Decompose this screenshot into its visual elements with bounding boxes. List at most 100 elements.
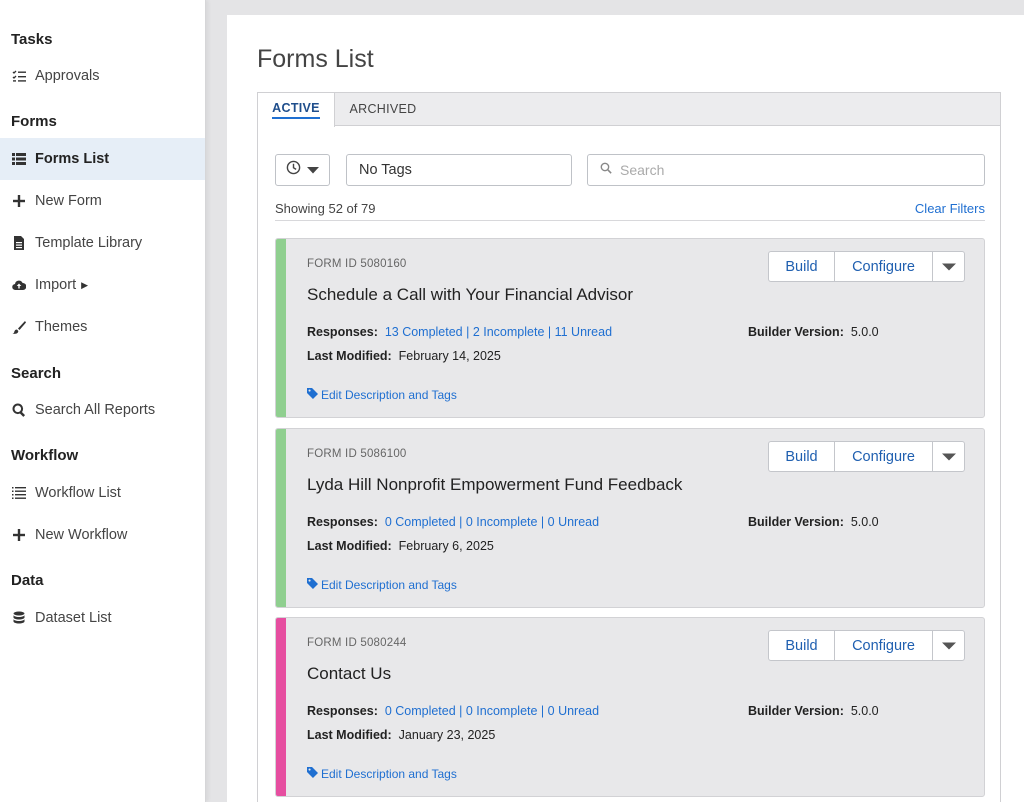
sidebar-item-label: New Form: [35, 193, 102, 209]
form-id: FORM ID 5080160: [307, 258, 407, 270]
tag-icon: [307, 767, 318, 781]
sidebar-item-label: Import: [35, 277, 77, 293]
configure-button[interactable]: Configure: [835, 252, 933, 281]
sidebar-item-dataset-list[interactable]: Dataset List: [0, 597, 205, 639]
form-actions: Build Configure: [768, 441, 965, 472]
plus-icon: [11, 193, 27, 209]
builder-version-row: Builder Version: 5.0.0: [748, 515, 879, 529]
form-title[interactable]: Schedule a Call with Your Financial Advi…: [307, 285, 633, 305]
sidebar-item-forms-list[interactable]: Forms List: [0, 138, 205, 180]
form-id: FORM ID 5080244: [307, 637, 407, 649]
main-content: Forms List ACTIVE ARCHIVED No Tags Searc…: [227, 15, 1024, 802]
last-modified-row: Last Modified: February 6, 2025: [307, 539, 494, 553]
status-stripe: [276, 429, 286, 607]
tag-icon: [307, 388, 318, 402]
sidebar-item-template-library[interactable]: Template Library: [0, 222, 205, 264]
section-title-forms: Forms: [11, 113, 57, 130]
responses-label: Responses:: [307, 515, 378, 529]
caret-down-icon: [307, 161, 319, 179]
responses-link[interactable]: 0 Completed | 0 Incomplete | 0 Unread: [385, 704, 599, 718]
search-box[interactable]: [587, 154, 985, 186]
sidebar-item-label: Forms List: [35, 151, 110, 167]
builder-version-value: 5.0.0: [850, 704, 879, 718]
document-icon: [11, 235, 27, 251]
responses-label: Responses:: [307, 704, 378, 718]
responses-row: Responses: 0 Completed | 0 Incomplete | …: [307, 704, 599, 718]
responses-label: Responses:: [307, 325, 378, 339]
responses-link[interactable]: 13 Completed | 2 Incomplete | 11 Unread: [385, 325, 612, 339]
section-title-tasks: Tasks: [11, 31, 53, 48]
sidebar-item-label: Themes: [35, 319, 88, 335]
caret-right-icon: ▶: [81, 279, 89, 290]
edit-description-tags-link[interactable]: Edit Description and Tags: [307, 767, 457, 781]
database-icon: [11, 610, 27, 626]
status-stripe: [276, 618, 286, 796]
sidebar-item-label: Approvals: [35, 68, 100, 84]
tab-archived[interactable]: ARCHIVED: [338, 93, 428, 125]
responses-row: Responses: 13 Completed | 2 Incomplete |…: [307, 325, 612, 339]
filter-row: No Tags: [275, 154, 985, 186]
more-actions-dropdown[interactable]: [933, 631, 964, 660]
builder-version-row: Builder Version: 5.0.0: [748, 704, 879, 718]
sidebar-item-import[interactable]: Import ▶: [0, 264, 205, 306]
form-card: FORM ID 5086100 Lyda Hill Nonprofit Empo…: [275, 428, 985, 608]
form-title[interactable]: Lyda Hill Nonprofit Empowerment Fund Fee…: [307, 475, 682, 495]
section-title-search: Search: [11, 365, 62, 382]
sidebar-item-search-all-reports[interactable]: Search All Reports: [0, 389, 205, 431]
build-button[interactable]: Build: [769, 442, 835, 471]
build-button[interactable]: Build: [769, 631, 835, 660]
sidebar-item-approvals[interactable]: Approvals: [0, 55, 205, 97]
last-modified-label: Last Modified:: [307, 539, 392, 553]
configure-button[interactable]: Configure: [835, 442, 933, 471]
clock-icon: [286, 160, 301, 180]
more-actions-dropdown[interactable]: [933, 442, 964, 471]
configure-button[interactable]: Configure: [835, 631, 933, 660]
last-modified-row: Last Modified: January 23, 2025: [307, 728, 495, 742]
sidebar-item-label: Template Library: [35, 235, 143, 251]
form-id: FORM ID 5086100: [307, 448, 407, 460]
last-modified-row: Last Modified: February 14, 2025: [307, 349, 501, 363]
more-actions-dropdown[interactable]: [933, 252, 964, 281]
responses-row: Responses: 0 Completed | 0 Incomplete | …: [307, 515, 599, 529]
search-input[interactable]: [620, 162, 960, 178]
form-actions: Build Configure: [768, 630, 965, 661]
sidebar-item-workflow-list[interactable]: Workflow List: [0, 472, 205, 514]
builder-version-label: Builder Version:: [748, 325, 844, 339]
last-modified-value: February 6, 2025: [398, 539, 494, 553]
approvals-list-icon: [11, 68, 27, 84]
edit-description-tags-link[interactable]: Edit Description and Tags: [307, 388, 457, 402]
sidebar-item-label: Dataset List: [35, 610, 112, 626]
tab-active[interactable]: ACTIVE: [258, 93, 335, 127]
results-count: Showing 52 of 79: [275, 201, 376, 216]
last-modified-value: February 14, 2025: [398, 349, 501, 363]
caret-down-icon: [941, 638, 956, 654]
date-filter-button[interactable]: [275, 154, 330, 186]
last-modified-label: Last Modified:: [307, 349, 392, 363]
tag-filter-select[interactable]: No Tags: [346, 154, 572, 186]
section-title-data: Data: [11, 572, 44, 589]
form-card: FORM ID 5080244 Contact Us Responses: 0 …: [275, 617, 985, 797]
page-title: Forms List: [257, 45, 374, 73]
responses-link[interactable]: 0 Completed | 0 Incomplete | 0 Unread: [385, 515, 599, 529]
builder-version-label: Builder Version:: [748, 704, 844, 718]
sidebar-item-label: New Workflow: [35, 527, 128, 543]
paintbrush-icon: [11, 319, 27, 335]
sidebar-item-new-workflow[interactable]: New Workflow: [0, 514, 205, 556]
search-icon: [600, 161, 612, 179]
cloud-upload-icon: [11, 277, 27, 293]
edit-description-tags-link[interactable]: Edit Description and Tags: [307, 578, 457, 592]
section-title-workflow: Workflow: [11, 447, 79, 464]
clear-filters-link[interactable]: Clear Filters: [915, 201, 985, 216]
builder-version-value: 5.0.0: [850, 325, 879, 339]
sidebar-item-label: Workflow List: [35, 485, 121, 501]
build-button[interactable]: Build: [769, 252, 835, 281]
sidebar-item-themes[interactable]: Themes: [0, 306, 205, 348]
form-title[interactable]: Contact Us: [307, 664, 391, 684]
form-actions: Build Configure: [768, 251, 965, 282]
sidebar-item-label: Search All Reports: [35, 402, 156, 418]
caret-down-icon: [941, 259, 956, 275]
tab-bar: ACTIVE ARCHIVED: [258, 93, 1000, 127]
last-modified-value: January 23, 2025: [398, 728, 496, 742]
sidebar-item-new-form[interactable]: New Form: [0, 180, 205, 222]
caret-down-icon: [941, 449, 956, 465]
